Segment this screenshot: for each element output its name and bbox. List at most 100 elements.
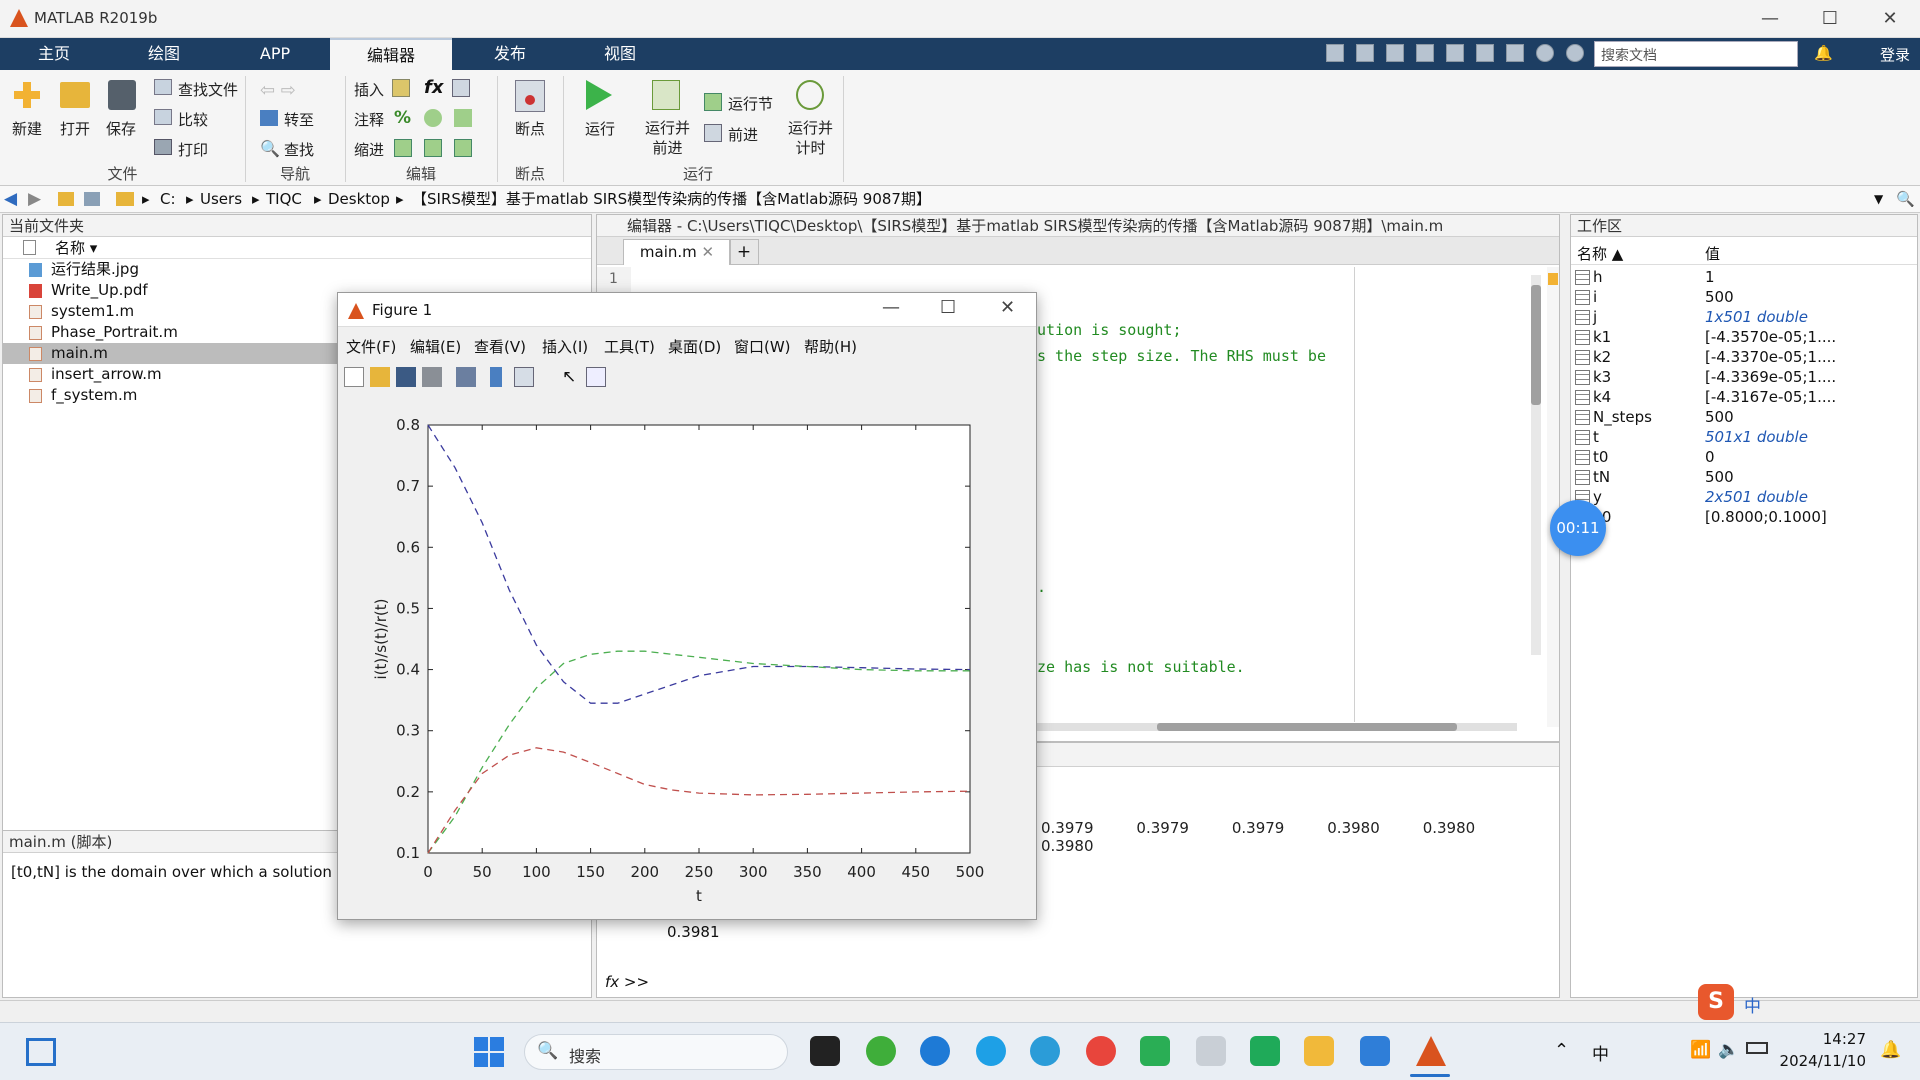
insert-section-icon[interactable]	[392, 79, 410, 97]
widgets-icon[interactable]	[26, 1038, 56, 1066]
colorbar-icon[interactable]	[490, 367, 502, 387]
wrap-comment-icon[interactable]	[454, 109, 472, 127]
breakpoints-icon[interactable]	[515, 80, 545, 112]
save-figure-icon[interactable]	[396, 367, 416, 387]
clock-time[interactable]: 14:27	[1786, 1030, 1866, 1048]
chrome-icon[interactable]	[1086, 1036, 1116, 1066]
chevron-down-icon[interactable]: ▼	[1874, 186, 1883, 213]
run-section-button[interactable]: 运行节	[728, 93, 773, 114]
minimize-toolstrip-icon[interactable]	[1566, 44, 1584, 62]
command-prompt[interactable]: fx >>	[605, 973, 649, 991]
breakpoints-button[interactable]: 断点	[515, 118, 545, 139]
cut-icon[interactable]	[1356, 44, 1374, 62]
add-tab-button[interactable]: +	[729, 239, 759, 265]
help-icon[interactable]	[1536, 44, 1554, 62]
figure-menu-edit[interactable]: 编辑(E)	[410, 336, 461, 357]
workspace-variable-row[interactable]: tN 500	[1571, 467, 1911, 487]
file-item[interactable]: 运行结果.jpg	[3, 259, 591, 280]
pointer-icon[interactable]: ↖	[562, 367, 576, 387]
figure-menu-help[interactable]: 帮助(H)	[804, 336, 857, 357]
save-icon[interactable]	[1326, 44, 1344, 62]
minimize-button[interactable]: —	[1740, 4, 1800, 34]
forward-icon[interactable]: ▶	[28, 186, 41, 213]
compare-button[interactable]: 比较	[178, 109, 208, 130]
chevron-up-icon[interactable]: ⌃	[1554, 1040, 1569, 1061]
mail-icon[interactable]	[1250, 1036, 1280, 1066]
file-explorer-icon[interactable]	[1304, 1036, 1334, 1066]
open-file-icon[interactable]	[370, 367, 390, 387]
close-button[interactable]: ✕	[1000, 297, 1015, 318]
tab-plots[interactable]: 绘图	[108, 38, 220, 70]
path-segment[interactable]: Users	[200, 186, 242, 213]
figure-menu-insert[interactable]: 插入(I)	[542, 336, 588, 357]
figure-menu-view[interactable]: 查看(V)	[474, 336, 526, 357]
browser-icon[interactable]	[1030, 1036, 1060, 1066]
code-comment[interactable]: .	[1037, 578, 1046, 596]
column-header-name[interactable]: 名称 ▾	[55, 239, 97, 257]
search-documentation-input[interactable]: 搜索文档	[1594, 41, 1798, 67]
run-advance-button[interactable]: 运行并 前进	[645, 118, 690, 158]
timer-badge[interactable]: 00:11	[1550, 500, 1606, 556]
close-icon[interactable]: ✕	[702, 243, 715, 261]
ime-icon[interactable]: 中	[1592, 1040, 1609, 1065]
taskbar-search[interactable]: 🔍 搜索	[524, 1034, 788, 1070]
run-button[interactable]: 运行	[585, 118, 615, 139]
ime-mode-label[interactable]: 中	[1744, 992, 1761, 1017]
tab-home[interactable]: 主页	[0, 38, 108, 70]
find-files-button[interactable]: 查找文件	[178, 79, 238, 100]
figure-menu-tools[interactable]: 工具(T)	[604, 336, 655, 357]
wechat-icon[interactable]	[1140, 1036, 1170, 1066]
open-button[interactable]: 打开	[60, 118, 90, 139]
code-comment[interactable]: s the step size. The RHS must be	[1037, 347, 1326, 365]
open-folder-icon[interactable]	[60, 82, 90, 108]
smart-indent-icon[interactable]	[394, 139, 412, 157]
paste-icon[interactable]	[1416, 44, 1434, 62]
back-arrow-icon[interactable]: ⇦ ⇨	[260, 80, 296, 101]
workspace-variable-row[interactable]: k1 [-4.3570e-05;1....	[1571, 327, 1911, 347]
figure-menu-file[interactable]: 文件(F)	[346, 336, 396, 357]
find-button[interactable]: 查找	[284, 139, 314, 160]
path-segment[interactable]: C:	[160, 186, 176, 213]
path-segment[interactable]: TIQC	[266, 186, 302, 213]
bell-icon[interactable]: 🔔	[1814, 44, 1833, 62]
path-segment[interactable]: Desktop	[328, 186, 390, 213]
vertical-scrollbar[interactable]	[1531, 275, 1541, 655]
horizontal-scrollbar[interactable]	[1037, 723, 1517, 731]
copy-icon[interactable]	[1386, 44, 1404, 62]
print-figure-icon[interactable]	[422, 367, 442, 387]
workspace-variable-row[interactable]: j 1x501 double	[1571, 307, 1911, 327]
code-comment[interactable]: ze has is not suitable.	[1037, 658, 1245, 676]
workspace-variable-row[interactable]: y 2x501 double	[1571, 487, 1911, 507]
new-button[interactable]: 新建	[12, 118, 42, 139]
workspace-variable-row[interactable]: k3 [-4.3369e-05;1....	[1571, 367, 1911, 387]
wifi-icon[interactable]: 📶	[1690, 1040, 1711, 1060]
ie-icon[interactable]	[976, 1036, 1006, 1066]
figure-menu-desktop[interactable]: 桌面(D)	[668, 336, 721, 357]
legend-icon[interactable]	[514, 367, 534, 387]
uncomment-icon[interactable]	[424, 109, 442, 127]
back-icon[interactable]: ◀	[4, 186, 17, 213]
tab-publish[interactable]: 发布	[452, 38, 568, 70]
tab-view[interactable]: 视图	[568, 38, 672, 70]
browse-icon[interactable]	[84, 192, 100, 206]
notification-bell-icon[interactable]: 🔔	[1880, 1040, 1901, 1060]
print-button[interactable]: 打印	[178, 139, 208, 160]
browser-icon[interactable]	[866, 1036, 896, 1066]
link-plot-icon[interactable]	[456, 367, 476, 387]
tab-main-m[interactable]: main.m ✕	[623, 239, 731, 265]
up-folder-icon[interactable]	[58, 192, 74, 206]
volume-icon[interactable]: 🔈	[1718, 1040, 1739, 1060]
undo-icon[interactable]	[1446, 44, 1464, 62]
edge-icon[interactable]	[920, 1036, 950, 1066]
figure-menu-window[interactable]: 窗口(W)	[734, 336, 791, 357]
task-view-icon[interactable]	[810, 1036, 840, 1066]
run-time-button[interactable]: 运行并 计时	[788, 118, 833, 158]
new-figure-icon[interactable]	[344, 367, 364, 387]
save-button[interactable]: 保存	[106, 118, 136, 139]
property-editor-icon[interactable]	[586, 367, 606, 387]
code-comment[interactable]: ution is sought;	[1037, 321, 1182, 339]
battery-icon[interactable]	[1746, 1042, 1768, 1054]
fx-icon[interactable]: fx	[424, 77, 443, 98]
maximize-button[interactable]: ☐	[1800, 4, 1860, 34]
indent-decrease-icon[interactable]	[454, 139, 472, 157]
